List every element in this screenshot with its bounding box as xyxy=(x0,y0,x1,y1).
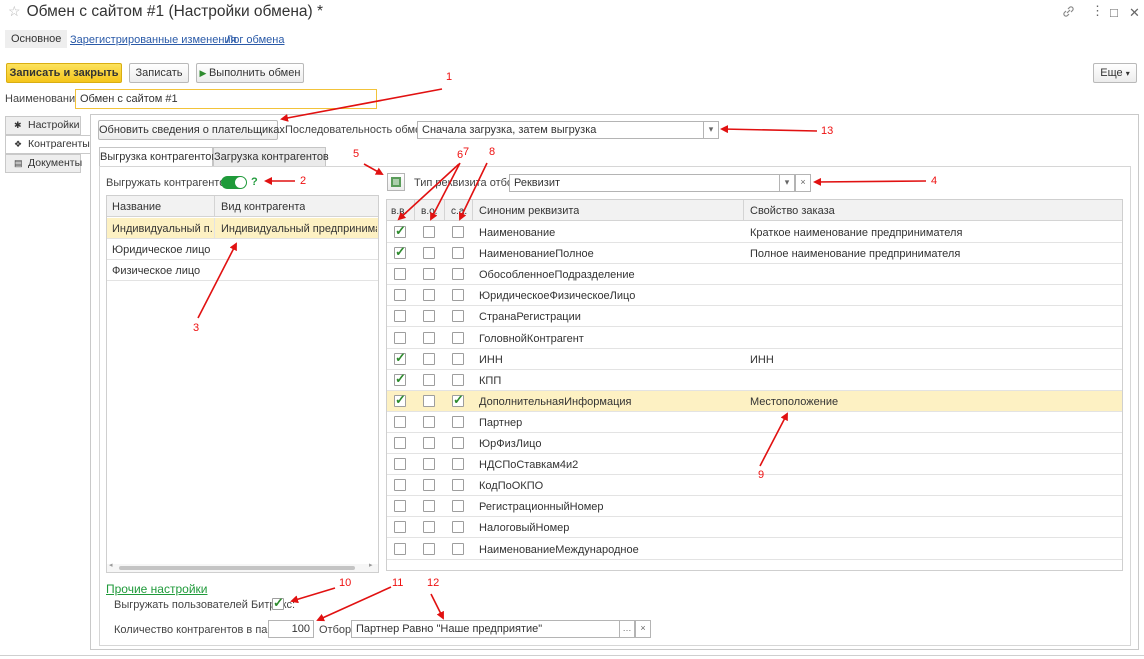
annotation-arrow-11 xyxy=(316,586,392,622)
annotation-label-7: 7 xyxy=(463,146,470,158)
annotation-arrows xyxy=(197,88,927,622)
annotation-arrow-12 xyxy=(430,593,444,620)
annotation-arrow-10 xyxy=(290,587,336,604)
annotation-label-9: 9 xyxy=(758,469,765,481)
annotation-arrow-3 xyxy=(197,242,237,319)
annotation-arrow-4 xyxy=(813,177,927,186)
annotation-label-10: 10 xyxy=(339,577,352,589)
annotation-label-4: 4 xyxy=(931,175,938,187)
annotation-label-13: 13 xyxy=(821,125,834,137)
annotation-label-2: 2 xyxy=(300,175,307,187)
annotation-label-3: 3 xyxy=(193,322,200,334)
annotation-arrow-13 xyxy=(720,125,818,134)
annotation-arrow-6 xyxy=(397,163,460,221)
annotation-arrow-8 xyxy=(459,162,488,221)
annotation-arrow-5 xyxy=(363,163,384,175)
annotation-arrow-7 xyxy=(430,162,461,221)
annotation-label-11: 11 xyxy=(392,577,404,589)
annotation-label-1: 1 xyxy=(446,71,453,83)
annotation-label-8: 8 xyxy=(489,146,496,158)
annotation-arrow-9 xyxy=(759,412,788,467)
annotation-label-12: 12 xyxy=(427,577,440,589)
annotation-label-5: 5 xyxy=(353,148,360,160)
annotation-arrow-1 xyxy=(280,88,443,122)
